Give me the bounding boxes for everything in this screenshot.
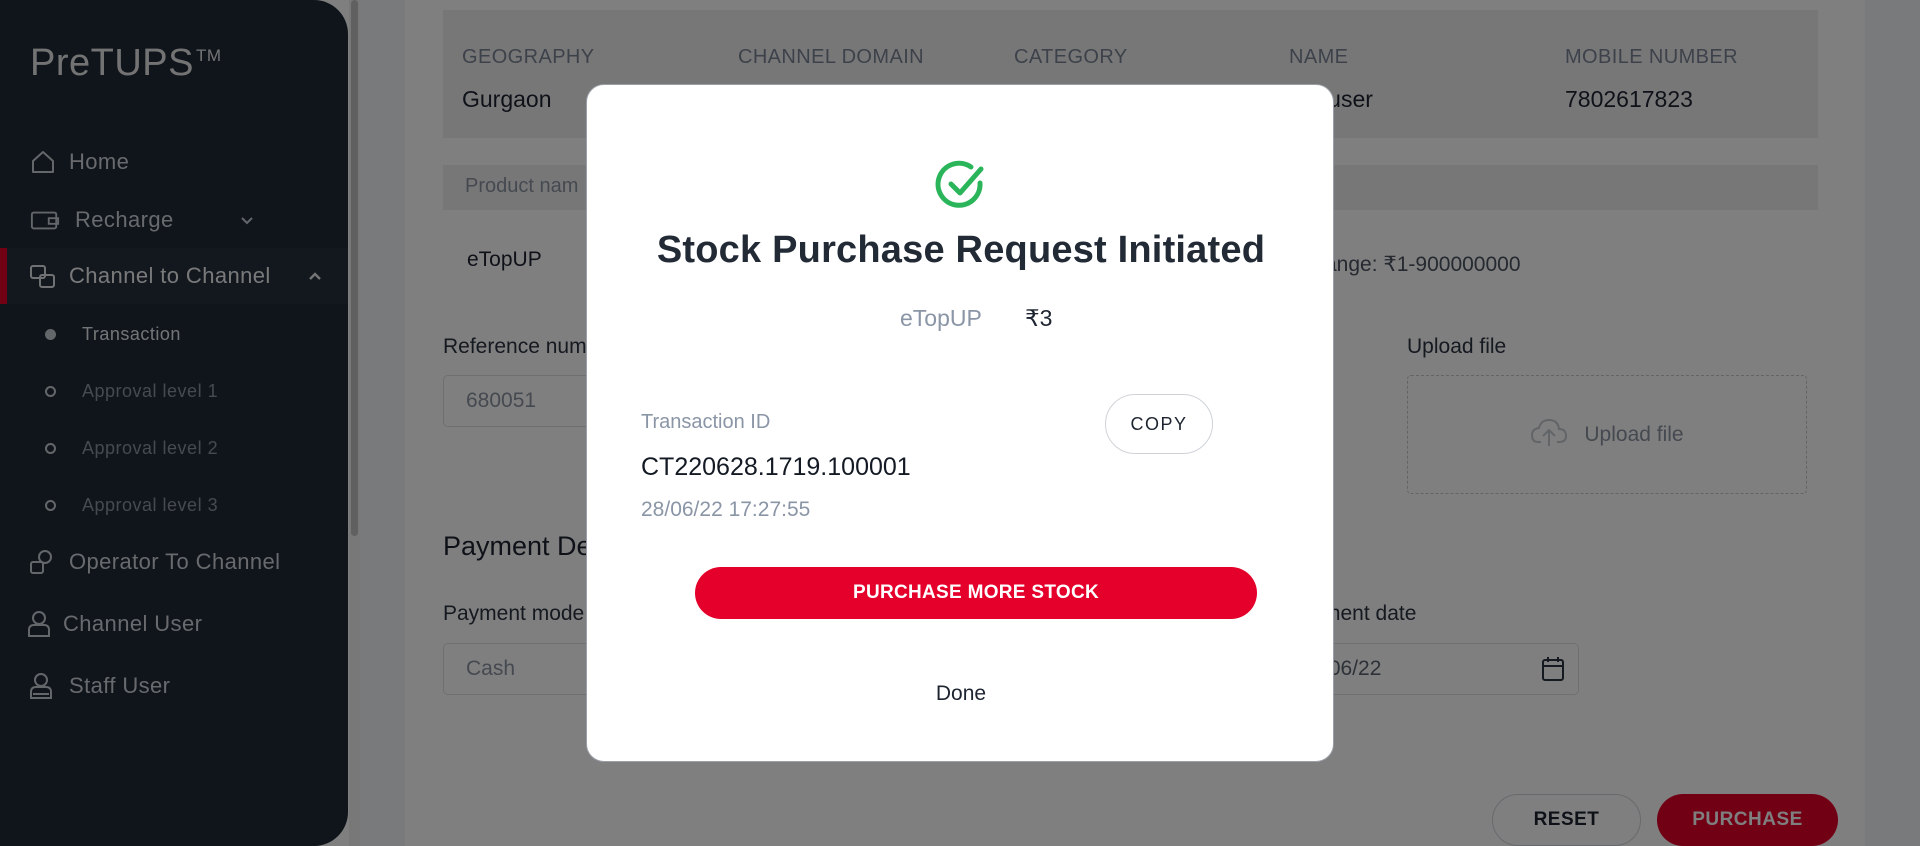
purchase-more-stock-button[interactable]: PURCHASE MORE STOCK <box>695 567 1257 619</box>
transaction-timestamp: 28/06/22 17:27:55 <box>641 498 811 521</box>
success-modal: Stock Purchase Request Initiated eTopUP … <box>586 84 1334 762</box>
modal-title: Stock Purchase Request Initiated <box>656 229 1266 271</box>
modal-amount: ₹3 <box>1025 305 1053 331</box>
copy-button[interactable]: COPY <box>1105 394 1213 454</box>
done-button[interactable]: Done <box>587 682 1335 706</box>
success-check-icon <box>935 160 984 208</box>
transaction-id-label: Transaction ID <box>641 411 771 433</box>
transaction-id: CT220628.1719.100001 <box>641 453 911 481</box>
modal-product: eTopUP <box>900 305 982 331</box>
